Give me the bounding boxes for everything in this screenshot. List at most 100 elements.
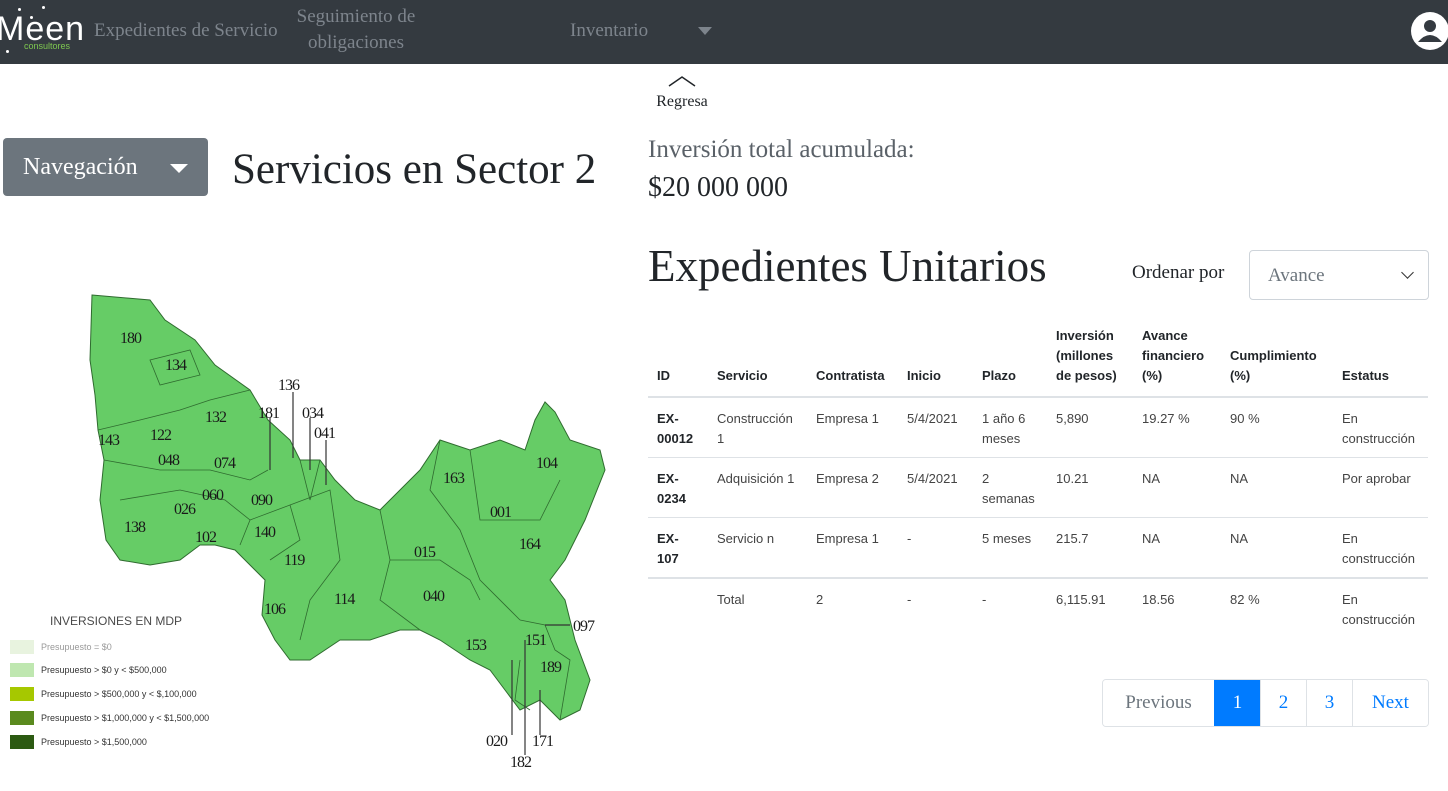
map-label: 182 — [510, 754, 532, 771]
map-label: 097 — [573, 618, 595, 635]
map-legend-title: INVERSIONES EN MDP — [50, 614, 183, 628]
page-title: Servicios en Sector 2 — [232, 146, 597, 193]
cell-id[interactable]: EX-00012 — [648, 396, 708, 458]
logo-subtext: consultores — [24, 41, 71, 51]
column-header[interactable]: Inicio — [898, 320, 973, 398]
map-label: 143 — [98, 432, 120, 449]
cell-plazo: 1 año 6 meses — [973, 396, 1047, 458]
map-label: 138 — [124, 519, 146, 536]
cell-contratista: Empresa 1 — [807, 396, 898, 458]
legend-item: Presupuesto > $500,000 y < $,100,000 — [10, 687, 197, 701]
cell-inversion: 10.21 — [1047, 457, 1133, 518]
cell-avance: NA — [1133, 457, 1221, 518]
legend-item: Presupuesto > $1,000,000 y < $1,500,000 — [10, 711, 209, 725]
cell-contratista: Empresa 1 — [807, 517, 898, 578]
cell-estatus: En construcción — [1333, 577, 1428, 638]
map-label: 151 — [525, 632, 547, 649]
cell-inicio: - — [898, 577, 973, 638]
cell-plazo: 2 semanas — [973, 457, 1047, 518]
chevron-down-icon — [1401, 266, 1414, 279]
map-label: 153 — [465, 637, 487, 654]
nav-inventario[interactable]: Inventario — [570, 18, 648, 44]
map-label: 122 — [150, 427, 172, 444]
nav-seguimiento-de-obligaciones[interactable]: Seguimiento de obligaciones — [284, 4, 428, 56]
cell-id[interactable]: EX-0234 — [648, 457, 708, 518]
cell-contratista: 2 — [807, 577, 898, 638]
cell-cumplimiento: 82 % — [1221, 577, 1333, 638]
map-label: 189 — [540, 659, 562, 676]
cell-servicio: Construcción 1 — [708, 396, 807, 458]
column-header[interactable]: Inversión (millones de pesos) — [1047, 320, 1133, 398]
cell-inicio: - — [898, 517, 973, 578]
cell-servicio: Adquisición 1 — [708, 457, 807, 518]
map-label: 106 — [264, 601, 286, 618]
cell-inversion: 6,115.91 — [1047, 577, 1133, 638]
chevron-down-icon[interactable] — [698, 27, 712, 35]
pagination-page-2[interactable]: 2 — [1260, 680, 1306, 726]
cell-plazo: 5 meses — [973, 517, 1047, 578]
map-label: 060 — [202, 487, 224, 504]
user-icon[interactable] — [1411, 12, 1448, 50]
chevron-up-icon — [668, 76, 696, 87]
order-by-select[interactable]: Avance — [1249, 250, 1429, 300]
cell-inicio: 5/4/2021 — [898, 457, 973, 518]
map-label: 180 — [120, 330, 142, 347]
column-header[interactable]: Estatus — [1333, 320, 1428, 398]
cell-avance: 18.56 — [1133, 577, 1221, 638]
nav-expedientes-de-servicio[interactable]: Expedientes de Servicio — [94, 18, 278, 44]
cell-cumplimiento: 90 % — [1221, 396, 1333, 458]
cell-inversion: 215.7 — [1047, 517, 1133, 578]
column-header[interactable]: Avance financiero (%) — [1133, 320, 1221, 398]
investment-label: Inversión total acumulada: — [648, 136, 915, 163]
map-label: 132 — [205, 409, 227, 426]
pagination: Previous 1 2 3 Next — [1102, 679, 1429, 727]
map-label: 041 — [314, 425, 336, 442]
map-label: 074 — [214, 455, 236, 472]
cell-contratista: Empresa 2 — [807, 457, 898, 518]
map-label: 102 — [195, 529, 217, 546]
brand-logo[interactable]: Meen consultores — [0, 6, 86, 58]
legend-item: Presupuesto > $1,500,000 — [10, 735, 147, 749]
column-header[interactable]: ID — [648, 320, 708, 398]
map-label: 119 — [284, 552, 305, 569]
map-label: 163 — [443, 470, 465, 487]
cell-cumplimiento: NA — [1221, 517, 1333, 578]
navigation-dropdown-button[interactable]: Navegación — [3, 138, 208, 196]
cell-avance: NA — [1133, 517, 1221, 578]
pagination-next[interactable]: Next — [1352, 680, 1428, 726]
map-label: 114 — [334, 591, 355, 608]
expedientes-table: ID Servicio Contratista Inicio Plazo Inv… — [648, 320, 1428, 638]
table-header-row: ID Servicio Contratista Inicio Plazo Inv… — [648, 320, 1428, 398]
map-label: 034 — [302, 405, 324, 422]
pagination-page-1[interactable]: 1 — [1214, 680, 1260, 726]
column-header[interactable]: Contratista — [807, 320, 898, 398]
logo-dot — [6, 50, 9, 53]
column-header[interactable]: Servicio — [708, 320, 807, 398]
pagination-page-3[interactable]: 3 — [1306, 680, 1352, 726]
cell-cumplimiento: NA — [1221, 457, 1333, 518]
map-label: 164 — [519, 536, 541, 553]
cell-id[interactable]: EX-107 — [648, 517, 708, 578]
back-link[interactable]: Regresa — [652, 74, 712, 111]
investment-amount: $20 000 000 — [648, 172, 788, 203]
table-row[interactable]: EX-00012 Construcción 1 Empresa 1 5/4/20… — [648, 396, 1428, 458]
map-label: 140 — [254, 524, 276, 541]
map-label: 015 — [414, 544, 436, 561]
map-label: 026 — [174, 501, 196, 518]
table-row[interactable]: EX-107 Servicio n Empresa 1 - 5 meses 21… — [648, 517, 1428, 578]
map-label: 048 — [158, 452, 180, 469]
order-by-label: Ordenar por — [1132, 262, 1225, 283]
legend-item: Presupuesto > $0 y < $500,000 — [10, 663, 167, 677]
table-row[interactable]: EX-0234 Adquisición 1 Empresa 2 5/4/2021… — [648, 457, 1428, 518]
column-header[interactable]: Plazo — [973, 320, 1047, 398]
map-label: 136 — [278, 377, 300, 394]
map-label: 040 — [423, 588, 445, 605]
pagination-previous[interactable]: Previous — [1103, 680, 1214, 726]
cell-avance: 19.27 % — [1133, 396, 1221, 458]
column-header[interactable]: Cumplimiento (%) — [1221, 320, 1333, 398]
map-label: 020 — [486, 733, 508, 750]
logo-dot — [18, 8, 21, 11]
logo-dot — [30, 16, 33, 19]
expedientes-title: Expedientes Unitarios — [648, 241, 1047, 291]
cell-id — [648, 577, 708, 638]
